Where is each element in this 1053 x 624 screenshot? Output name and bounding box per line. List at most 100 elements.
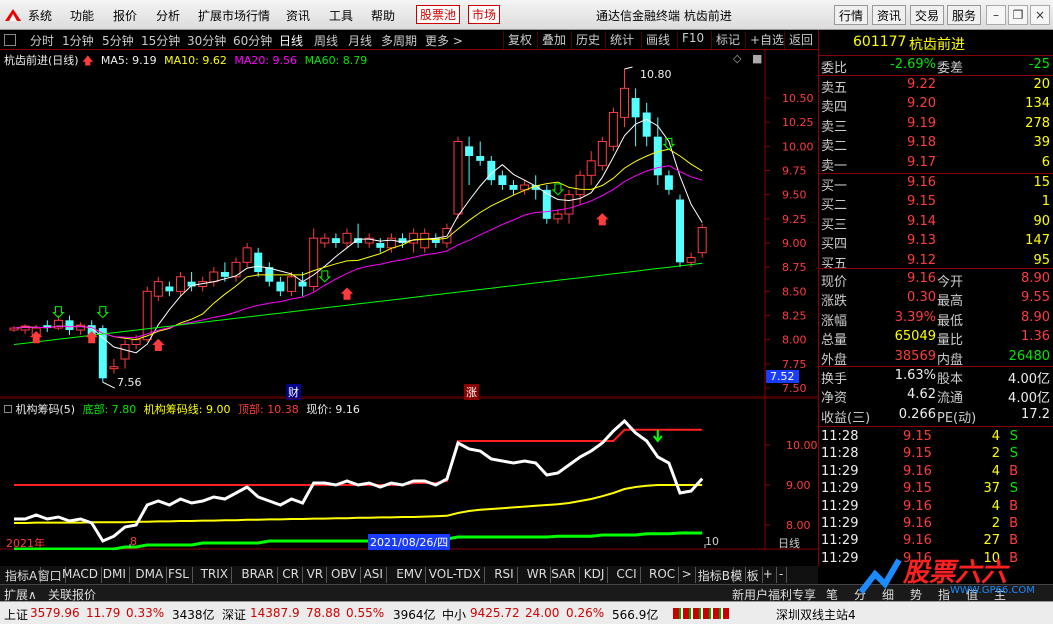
quote-tab-button[interactable]: 行情 — [834, 5, 869, 25]
service-tab-button[interactable]: 服务 — [947, 5, 982, 25]
period-15min[interactable]: 15分钟 — [141, 32, 180, 49]
period-multi[interactable]: 多周期 — [381, 32, 417, 49]
bid-row: 买二 9.15 1 — [819, 193, 1053, 213]
menu-info[interactable]: 资讯 — [286, 7, 310, 24]
tick-side: S — [1009, 429, 1018, 444]
indicator-tab-fsl[interactable]: FSL — [165, 567, 193, 583]
stat-label: 最低 — [937, 313, 964, 329]
trade-tab-button[interactable]: 交易 — [910, 5, 945, 25]
period-60min[interactable]: 60分钟 — [233, 32, 272, 49]
candle-body — [653, 136, 662, 176]
bid-volume: 1 — [1041, 194, 1050, 210]
indicator-tab-rsi[interactable]: RSI — [491, 567, 518, 583]
indicator-tab-kdj[interactable]: KDJ — [581, 567, 609, 583]
chart-title: 杭齿前进(日线) — [4, 54, 79, 67]
tick-side: S — [1009, 446, 1018, 462]
ask-row: 卖二 9.18 39 — [819, 134, 1053, 154]
close-icon[interactable]: × — [1030, 5, 1050, 25]
kline-chart[interactable]: 10.50 10.25 10.00 9.75 9.50 9.25 9.00 8.75 8.50 8… — [0, 50, 818, 400]
indicator-chart[interactable]: 10.00 9.00 8.00 机构筹码(5) 底部: 7.80 机构筹码线: 9.… — [0, 398, 818, 550]
history-button[interactable]: 历史 — [571, 31, 600, 49]
bid-row: 买三 9.14 90 — [819, 213, 1053, 233]
menu-tools[interactable]: 工具 — [329, 7, 353, 24]
indicator-tab-roc[interactable]: ROC — [646, 567, 680, 583]
tick-side: B — [1009, 463, 1018, 479]
indicator-tab-sar[interactable]: SAR — [548, 567, 580, 583]
candle-body — [320, 237, 330, 244]
chart-settings-icon[interactable]: ◇ — [733, 52, 741, 65]
fuquan-button[interactable]: 复权 — [503, 31, 532, 49]
status-bar: 上证 3579.96 11.79 0.33% 3438亿 深证 14387.9 … — [0, 601, 1053, 624]
period-5min[interactable]: 5分钟 — [102, 32, 134, 49]
period-monthly[interactable]: 月线 — [348, 32, 372, 49]
menu-quote[interactable]: 报价 — [113, 7, 137, 24]
bid-price: 9.16 — [907, 175, 936, 190]
chart-close-icon[interactable]: ■ — [752, 52, 762, 65]
period-daily[interactable]: 日线 — [279, 32, 303, 49]
indicator-tab-emv[interactable]: EMV — [393, 567, 427, 583]
candle-body — [331, 238, 340, 243]
date-cursor-label: 2021/08/26/四 — [368, 534, 451, 550]
weibi-value: -2.69% — [890, 57, 936, 72]
watermark-text: 股票六六 — [903, 558, 1008, 588]
indicator-tab-macd[interactable]: MACD — [59, 567, 102, 583]
period-fenshi[interactable]: 分时 — [30, 32, 54, 49]
indicator-tab-asi[interactable]: ASI — [361, 567, 387, 583]
market-button[interactable]: 市场 — [468, 5, 501, 24]
indicator-tab-wr[interactable]: WR — [524, 567, 551, 583]
indicator-tab-cci[interactable]: CCI — [613, 567, 641, 583]
tick-time: 11:28 — [821, 446, 859, 462]
ask-row: 卖一 9.17 6 — [819, 154, 1053, 174]
period-1min[interactable]: 1分钟 — [62, 32, 94, 49]
back-button[interactable]: 返回 — [784, 31, 813, 49]
add-favorite-button[interactable]: +自选 — [745, 31, 784, 49]
candle-body — [676, 199, 684, 263]
restore-icon[interactable]: ❐ — [1008, 5, 1028, 25]
sh-index-amount: 3438亿 — [172, 608, 215, 622]
sell-signal-arrow-icon — [662, 137, 676, 151]
f10-button[interactable]: F10 — [677, 31, 704, 49]
panel-toggle-icon[interactable] — [4, 34, 16, 46]
info-tab-button[interactable]: 资讯 — [872, 5, 907, 25]
trade-tick-row: 11:29 9.16 27 B — [819, 532, 1053, 551]
low-pointer — [102, 381, 116, 389]
menu-analysis[interactable]: 分析 — [156, 7, 180, 24]
period-weekly[interactable]: 周线 — [314, 32, 338, 49]
minimize-icon[interactable]: – — [986, 5, 1006, 25]
watermark-url: WWW.GP66.COM — [950, 585, 1035, 596]
period-30min[interactable]: 30分钟 — [187, 32, 226, 49]
indicator-tab-[interactable]: > — [679, 567, 696, 583]
indicator-tab-cr[interactable]: CR — [279, 567, 303, 583]
indicator-tab-voltdx[interactable]: VOL-TDX — [426, 567, 485, 583]
indicator-tab-[interactable]: + — [760, 567, 777, 583]
sh-index-pct: 0.33% — [126, 606, 165, 620]
overlay-button[interactable]: 叠加 — [537, 31, 566, 49]
menu-system[interactable]: 系统 — [28, 7, 52, 24]
quote-panel: 601177 杭齿前进 委比 -2.69% 委差 -25 卖五 9.22 20 卖四 9… — [818, 30, 1053, 566]
indicator-tab-dmi[interactable]: DMI — [100, 567, 130, 583]
indicator-tab-brar[interactable]: BRAR — [238, 567, 279, 583]
current-price-label: 现价: 9.16 — [306, 403, 360, 416]
candle-body — [553, 213, 563, 220]
indicator-tab-trix[interactable]: TRIX — [198, 567, 233, 583]
indicator-tab-[interactable]: - — [776, 567, 788, 583]
indicator-tab-vr[interactable]: VR — [304, 567, 328, 583]
stats-button[interactable]: 统计 — [605, 31, 634, 49]
stock-pool-button[interactable]: 股票池 — [416, 5, 461, 24]
candle-body — [586, 160, 596, 176]
mark-button[interactable]: 标记 — [711, 31, 740, 49]
bid-price: 9.15 — [907, 194, 936, 210]
indicator-tab-dma[interactable]: DMA — [132, 567, 168, 583]
zx-index-value: 9425.72 — [470, 606, 520, 620]
draw-line-button[interactable]: 画线 — [641, 31, 670, 49]
indicator-tab-obv[interactable]: OBV — [328, 567, 361, 583]
period-more[interactable]: 更多 > — [425, 32, 463, 49]
watermark-logo: 股票六六 WWW.GP66.COM — [855, 552, 1053, 602]
menu-help[interactable]: 帮助 — [371, 7, 395, 24]
zx-index-label: 中小 — [442, 608, 467, 622]
menu-function[interactable]: 功能 — [70, 7, 94, 24]
price-axis-label: 9.75 — [782, 165, 807, 178]
menu-ext-market[interactable]: 扩展市场行情 — [198, 7, 270, 24]
trade-tick-row: 11:28 9.15 4 S — [819, 428, 1053, 447]
server-status[interactable]: 深圳双线主站4 — [776, 606, 856, 623]
